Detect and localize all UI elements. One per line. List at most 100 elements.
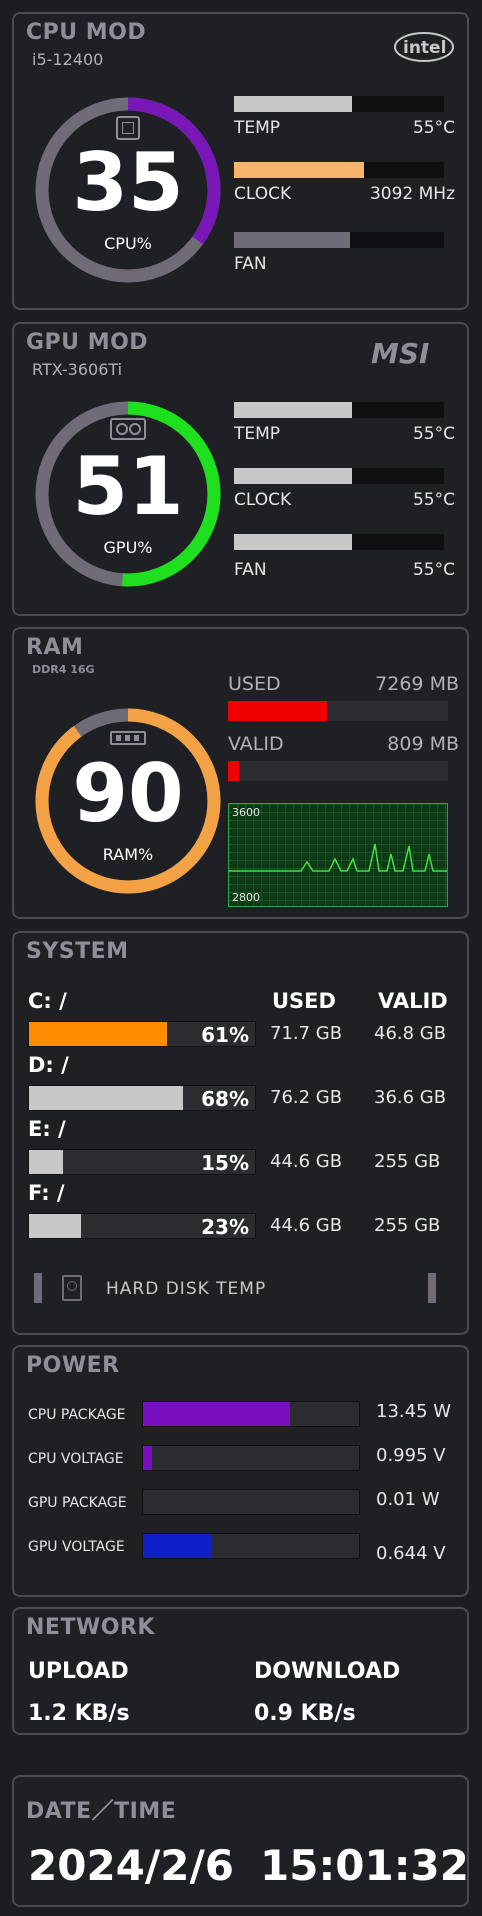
gpu-card-icon (110, 418, 146, 440)
cpu-panel: CPU MOD i5-12400 intel 35 CPU% TEMP 55°C… (12, 12, 469, 310)
disk-usage-bar: 15% (28, 1149, 256, 1175)
disk-percent: 15% (201, 1151, 249, 1175)
power-row-value: 0.644 V (376, 1543, 446, 1564)
gpu-fan-value: 55°C (412, 560, 455, 580)
disk-valid-value: 255 GB (374, 1151, 441, 1172)
ram-panel: RAM DDR4 16G 90 RAM% USED 7269 MB VALID … (12, 627, 469, 919)
gpu-temp-value: 55°C (412, 424, 455, 444)
datetime-panel: DATE／TIME 2024/2/6 15:01:32 (12, 1775, 469, 1907)
cpu-model: i5-12400 (32, 50, 104, 69)
ram-unit-label: RAM% (102, 845, 154, 864)
hdd-left-indicator (34, 1273, 42, 1303)
intel-logo: intel (393, 30, 455, 64)
used-header: USED (272, 989, 336, 1013)
ram-title: RAM (26, 635, 84, 660)
svg-text:intel: intel (403, 38, 446, 58)
ram-valid-value: 809 MB (387, 733, 459, 755)
gpu-unit-label: GPU% (103, 538, 153, 557)
disk-used-value: 44.6 GB (270, 1215, 343, 1236)
system-panel: SYSTEM USED VALID C: / 61% 71.7 GB 46.8 GB D… (12, 931, 469, 1335)
valid-header: VALID (378, 989, 448, 1013)
power-row-bar (142, 1445, 360, 1471)
disk-usage-bar: 23% (28, 1213, 256, 1239)
network-panel: NETWORK UPLOAD 1.2 KB/s DOWNLOAD 0.9 KB/… (12, 1607, 469, 1735)
disk-label: E: / (28, 1117, 66, 1141)
power-row-label: GPU VOLTAGE (28, 1539, 125, 1555)
cpu-temp-bar (234, 96, 444, 112)
power-row-bar (142, 1489, 360, 1515)
power-panel: POWER CPU PACKAGE 13.45 W CPU VOLTAGE 0.995… (12, 1345, 469, 1597)
datetime-title: DATE／TIME (26, 1799, 177, 1824)
gpu-value: 51 (72, 440, 184, 533)
upload-value: 1.2 KB/s (28, 1701, 130, 1726)
hdd-right-indicator (428, 1273, 436, 1303)
gpu-model: RTX-3606Ti (32, 360, 123, 379)
cpu-title: CPU MOD (26, 20, 147, 45)
power-row-value: 13.45 W (376, 1401, 452, 1422)
hdd-icon (62, 1275, 82, 1301)
gpu-fan-bar (234, 534, 444, 550)
download-value: 0.9 KB/s (254, 1701, 356, 1726)
cpu-fan-label: FAN (234, 254, 267, 274)
ram-graph-min-label: 2800 (232, 891, 260, 904)
ram-graph-max-label: 3600 (232, 806, 260, 819)
cpu-clock-bar (234, 162, 444, 178)
system-title: SYSTEM (26, 939, 129, 964)
power-row-bar (142, 1533, 360, 1559)
gpu-clock-bar (234, 468, 444, 484)
disk-label: D: / (28, 1053, 69, 1077)
ram-valid-label: VALID (228, 733, 284, 755)
ram-usage-graph: 3600 2800 (228, 803, 448, 907)
power-row-label: CPU PACKAGE (28, 1407, 126, 1423)
gpu-panel: GPU MOD RTX-3606Ti MSI 51 GPU% TEMP 55°C… (12, 322, 469, 616)
power-row-value: 0.995 V (376, 1445, 446, 1466)
cpu-clock-label: CLOCK (234, 184, 292, 204)
ram-used-bar (228, 701, 448, 721)
ram-value: 90 (72, 747, 184, 840)
power-title: POWER (26, 1353, 120, 1378)
ram-stick-icon (110, 731, 146, 745)
upload-label: UPLOAD (28, 1659, 129, 1684)
disk-usage-bar: 68% (28, 1085, 256, 1111)
cpu-fan-bar (234, 232, 444, 248)
power-row-label: CPU VOLTAGE (28, 1451, 124, 1467)
cpu-temp-label: TEMP (234, 118, 281, 138)
disk-percent: 68% (201, 1087, 249, 1111)
ram-used-label: USED (228, 673, 281, 695)
cpu-gauge: 35 CPU% (28, 90, 228, 290)
disk-usage-bar: 61% (28, 1021, 256, 1047)
date-value: 2024/2/6 (28, 1841, 235, 1890)
disk-label: C: / (28, 989, 67, 1013)
power-row-bar (142, 1401, 360, 1427)
svg-text:MSI: MSI (371, 338, 429, 368)
disk-percent: 23% (201, 1215, 249, 1239)
download-label: DOWNLOAD (254, 1659, 401, 1684)
disk-label: F: / (28, 1181, 65, 1205)
cpu-value: 35 (72, 136, 184, 229)
disk-valid-value: 36.6 GB (374, 1087, 447, 1108)
gpu-temp-bar (234, 402, 444, 418)
network-title: NETWORK (26, 1615, 155, 1640)
cpu-clock-value: 3092 MHz (369, 184, 455, 204)
ram-used-value: 7269 MB (375, 673, 459, 695)
disk-used-value: 44.6 GB (270, 1151, 343, 1172)
disk-valid-value: 46.8 GB (374, 1023, 447, 1044)
power-row-label: GPU PACKAGE (28, 1495, 127, 1511)
gpu-clock-value: 55°C (412, 490, 455, 510)
gpu-clock-label: CLOCK (234, 490, 292, 510)
gpu-gauge: 51 GPU% (28, 394, 228, 594)
ram-valid-bar (228, 761, 448, 781)
power-row-value: 0.01 W (376, 1489, 440, 1510)
hdd-temp-label: HARD DISK TEMP (106, 1279, 267, 1299)
ram-model: DDR4 16G (32, 663, 95, 676)
gpu-fan-label: FAN (234, 560, 267, 580)
ram-gauge: 90 RAM% (28, 701, 228, 901)
time-value: 15:01:32 (260, 1841, 469, 1890)
gpu-title: GPU MOD (26, 330, 149, 355)
msi-logo: MSI (369, 337, 455, 370)
disk-used-value: 71.7 GB (270, 1023, 343, 1044)
disk-percent: 61% (201, 1023, 249, 1047)
disk-used-value: 76.2 GB (270, 1087, 343, 1108)
disk-valid-value: 255 GB (374, 1215, 441, 1236)
gpu-temp-label: TEMP (234, 424, 281, 444)
